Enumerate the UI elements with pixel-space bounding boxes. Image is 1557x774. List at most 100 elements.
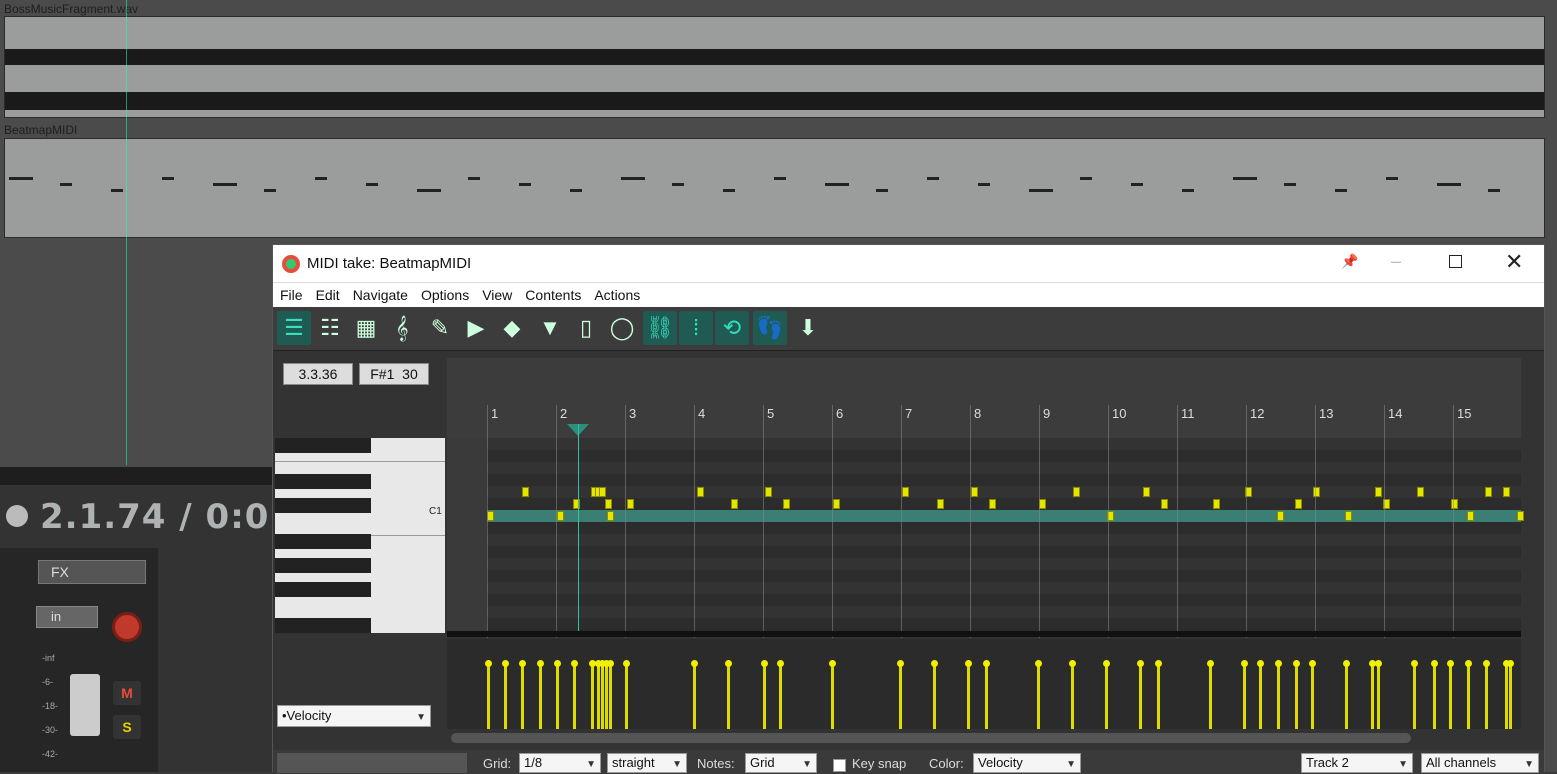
velocity-bar[interactable] — [589, 660, 596, 729]
midi-item[interactable] — [4, 138, 1545, 238]
mute-button[interactable]: M — [113, 681, 141, 705]
piano-keyboard[interactable]: C1 — [275, 438, 445, 633]
menu-view[interactable]: View — [482, 283, 512, 307]
insert-note-icon[interactable]: ✎ — [423, 311, 457, 345]
midi-note[interactable] — [605, 499, 612, 509]
black-key[interactable] — [275, 438, 371, 453]
ruler[interactable]: 1 2 3 4 5 6 7 8 9 10 11 12 13 14 15 — [447, 358, 1521, 438]
black-key[interactable] — [275, 618, 371, 633]
track-select[interactable]: Track 2 ▼ — [1301, 753, 1413, 773]
velocity-bar[interactable] — [1293, 660, 1300, 729]
keysnap-checkbox[interactable] — [833, 759, 846, 772]
midi-note[interactable] — [599, 487, 606, 497]
velocity-bar[interactable] — [1207, 660, 1214, 729]
velocity-bar[interactable] — [1483, 660, 1490, 729]
menu-navigate[interactable]: Navigate — [353, 283, 408, 307]
velocity-lane[interactable] — [447, 639, 1521, 729]
midi-note[interactable] — [1277, 511, 1284, 521]
velocity-bar[interactable] — [931, 660, 938, 729]
maximize-icon[interactable] — [1449, 255, 1462, 268]
midi-note[interactable] — [627, 499, 634, 509]
midi-note[interactable] — [783, 499, 790, 509]
velocity-bar[interactable] — [554, 660, 561, 729]
midi-note[interactable] — [522, 487, 529, 497]
midi-note[interactable] — [937, 499, 944, 509]
velocity-bar[interactable] — [537, 660, 544, 729]
velocity-bar[interactable] — [1503, 660, 1510, 729]
velocity-bar[interactable] — [571, 660, 578, 729]
minimize-icon[interactable]: – — [1391, 251, 1401, 272]
volume-fader[interactable] — [70, 674, 100, 736]
notes-select[interactable]: Grid ▼ — [745, 753, 817, 773]
lasso-icon[interactable]: ◯ — [605, 311, 639, 345]
channel-select[interactable]: All channels ▼ — [1421, 753, 1539, 773]
piano-roll[interactable]: 1 2 3 4 5 6 7 8 9 10 11 12 13 14 15 — [447, 358, 1524, 638]
velocity-bar[interactable] — [1507, 660, 1514, 729]
lane-divider[interactable] — [447, 631, 1521, 637]
velocity-bar[interactable] — [1155, 660, 1162, 729]
velocity-bar[interactable] — [897, 660, 904, 729]
midi-note[interactable] — [1213, 499, 1220, 509]
loop-icon[interactable]: ⟲ — [715, 311, 749, 345]
black-key[interactable] — [275, 582, 371, 597]
menu-actions[interactable]: Actions — [594, 283, 640, 307]
midi-note[interactable] — [557, 511, 564, 521]
input-selector[interactable]: in — [36, 606, 98, 628]
midi-note[interactable] — [833, 499, 840, 509]
midi-note[interactable] — [1417, 487, 1424, 497]
velocity-bar[interactable] — [1343, 660, 1350, 729]
solo-button[interactable]: S — [113, 715, 141, 739]
velocity-bar[interactable] — [1369, 660, 1376, 729]
midi-note[interactable] — [697, 487, 704, 497]
velocity-bar[interactable] — [603, 660, 610, 729]
midi-note[interactable] — [765, 487, 772, 497]
midi-note[interactable] — [487, 511, 494, 521]
velocity-bar[interactable] — [502, 660, 509, 729]
midi-note[interactable] — [902, 487, 909, 497]
midi-note[interactable] — [1295, 499, 1302, 509]
midi-note[interactable] — [1345, 511, 1352, 521]
velocity-bar[interactable] — [691, 660, 698, 729]
velocity-bar[interactable] — [519, 660, 526, 729]
velocity-bar[interactable] — [777, 660, 784, 729]
midi-note[interactable] — [1485, 487, 1492, 497]
velocity-bar[interactable] — [599, 660, 606, 729]
velocity-bar[interactable] — [1241, 660, 1248, 729]
horizontal-scrollbar[interactable] — [451, 733, 1411, 743]
velocity-bar[interactable] — [1257, 660, 1264, 729]
midi-note[interactable] — [1375, 487, 1382, 497]
grid-type-select[interactable]: straight ▼ — [607, 753, 687, 773]
velocity-bar[interactable] — [1375, 660, 1382, 729]
velocity-bar[interactable] — [607, 660, 614, 729]
velocity-bar[interactable] — [1431, 660, 1438, 729]
fx-button[interactable]: FX — [38, 560, 146, 584]
midi-note[interactable] — [989, 499, 996, 509]
cc-lane-selector[interactable]: •Velocity ▼ — [277, 705, 431, 727]
menu-file[interactable]: File — [280, 283, 303, 307]
white-key[interactable] — [275, 510, 445, 536]
black-key[interactable] — [275, 558, 371, 573]
velocity-bar[interactable] — [485, 660, 492, 729]
record-arm-button[interactable] — [112, 612, 142, 642]
note-area[interactable] — [487, 438, 1524, 631]
velocity-bar[interactable] — [1309, 660, 1316, 729]
menu-contents[interactable]: Contents — [525, 283, 581, 307]
midi-note[interactable] — [731, 499, 738, 509]
velocity-bar[interactable] — [1069, 660, 1076, 729]
download-icon[interactable]: ⬇ — [791, 311, 825, 345]
grid-snap-icon[interactable]: ⁞ — [679, 311, 713, 345]
velocity-bar[interactable] — [1035, 660, 1042, 729]
velocity-bar[interactable] — [1275, 660, 1282, 729]
midi-note[interactable] — [607, 511, 614, 521]
audio-item[interactable] — [4, 16, 1545, 118]
midi-note[interactable] — [1143, 487, 1150, 497]
filter-icon[interactable]: ▼ — [533, 311, 567, 345]
midi-note[interactable] — [1467, 511, 1474, 521]
piano-roll-icon[interactable]: ☰ — [277, 311, 311, 345]
link-icon[interactable]: ⛓ — [643, 311, 677, 345]
velocity-bar[interactable] — [725, 660, 732, 729]
velocity-bar[interactable] — [829, 660, 836, 729]
velocity-bar[interactable] — [1465, 660, 1472, 729]
velocity-bar[interactable] — [965, 660, 972, 729]
velocity-bar[interactable] — [623, 660, 630, 729]
